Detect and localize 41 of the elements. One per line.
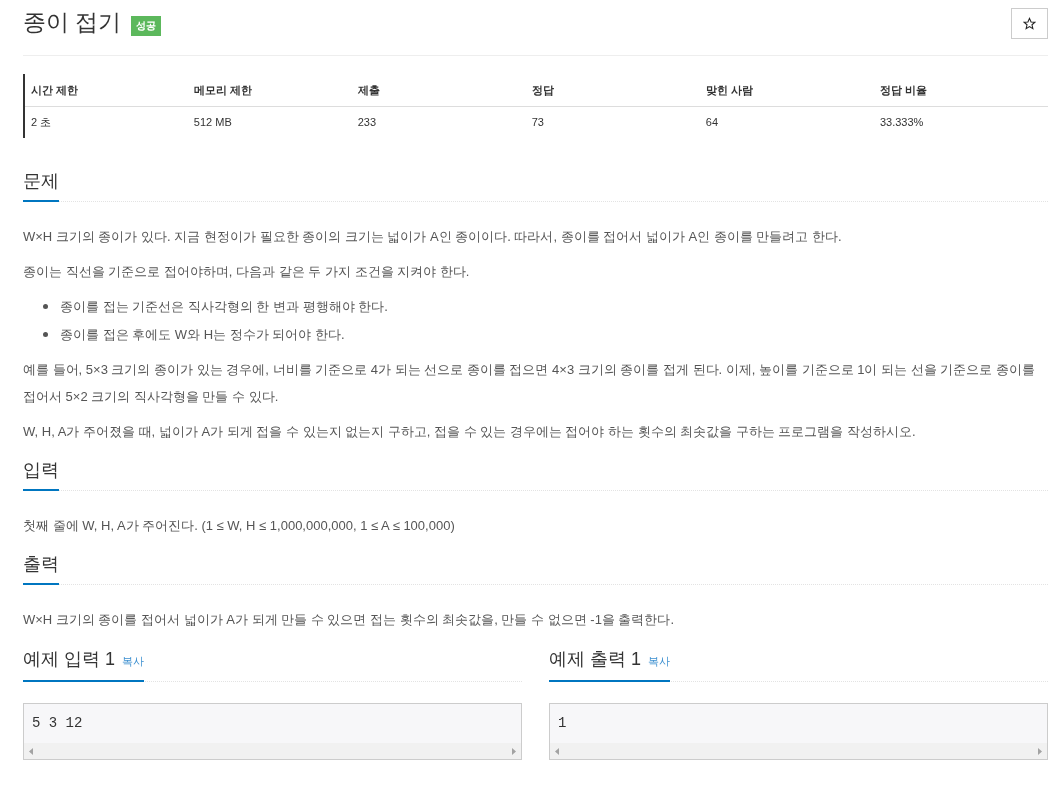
column-header: 시간 제한 [31,84,79,96]
caret-right-icon[interactable] [1038,747,1042,755]
caret-left-icon[interactable] [555,747,559,755]
copy-link[interactable]: 복사 [122,649,144,673]
caret-right-icon[interactable] [512,747,516,755]
table-cell: 33.333% [879,116,924,128]
table-cell: 64 [705,116,719,128]
sample-text: 1 [557,714,568,733]
table-cell: 2 초 [31,116,52,128]
horizontal-scrollbar[interactable] [24,743,521,759]
sample-heading: 예제 출력 1 [549,648,641,671]
paragraph: 첫째 줄에 W, H, A가 주어진다. (1 ≤ W, H ≤ 1,000,000,000, 1 ≤ A ≤ 100,000) [23,517,456,535]
section-heading: 문제 [23,170,59,193]
section-heading: 입력 [23,459,59,482]
copy-link[interactable]: 복사 [648,649,670,673]
column-header: 정답 비율 [879,84,927,96]
star-icon [1023,16,1036,30]
list-item: 종이를 접는 기준선은 직사각형의 한 변과 평행해야 한다. [60,298,388,316]
status-badge: 성공 [131,15,162,36]
paragraph: W×H 크기의 종이를 접어서 넓이가 A가 되게 만들 수 있으면 접는 횟수의 최솟값을, 만들 수 없으면 -1을 출력한다. [23,611,676,629]
problem-title: 종이 접기 [23,8,122,37]
caret-left-icon[interactable] [29,747,33,755]
paragraph: 종이는 직선을 기준으로 접어야하며, 다음과 같은 두 가지 조건을 지켜야 한다. [23,263,471,281]
bullet-icon [43,304,48,309]
table-cell: 73 [531,116,544,128]
bullet-icon [43,332,48,337]
column-header: 메모리 제한 [193,84,252,96]
table-cell: 233 [357,116,376,128]
paragraph: W×H 크기의 종이가 있다. 지금 현정이가 필요한 종이의 크기는 넓이가 A인 종이이다. 따라서, 종이를 접어서 넓이가 A인 종이를 만들려고 한다. [23,228,843,246]
column-header: 정답 [531,84,554,96]
sample-text: 5 3 12 [31,714,84,733]
section-heading: 출력 [23,553,59,576]
list-item: 종이를 접은 후에도 W와 H는 정수가 되어야 한다. [60,326,345,344]
table-cell: 512 MB [193,116,232,128]
sample-heading: 예제 입력 1 [23,648,115,671]
star-button[interactable] [1011,7,1048,39]
paragraph: W, H, A가 주어졌을 때, 넓이가 A가 되게 접을 수 있는지 없는지 구하고, 접을 수 있는 경우에는 접어야 하는 횟수의 최솟값을 구하는 프로그램을 작성하시오. [23,423,917,441]
horizontal-scrollbar[interactable] [550,743,1047,759]
paragraph: 예를 들어, 5×3 크기의 종이가 있는 경우에, 너비를 기준으로 4가 되는 선으로 종이를 접으면 4×3 크기의 종이를 접게 된다. 이제, 높이를 기준으로 1이 되는 선을 기준으로 종이를 접어서 5×2 크기의 직사각형을 만들 수 있다. [23,361,1036,406]
column-header: 맞힌 사람 [705,84,753,96]
column-header: 제출 [357,84,380,96]
